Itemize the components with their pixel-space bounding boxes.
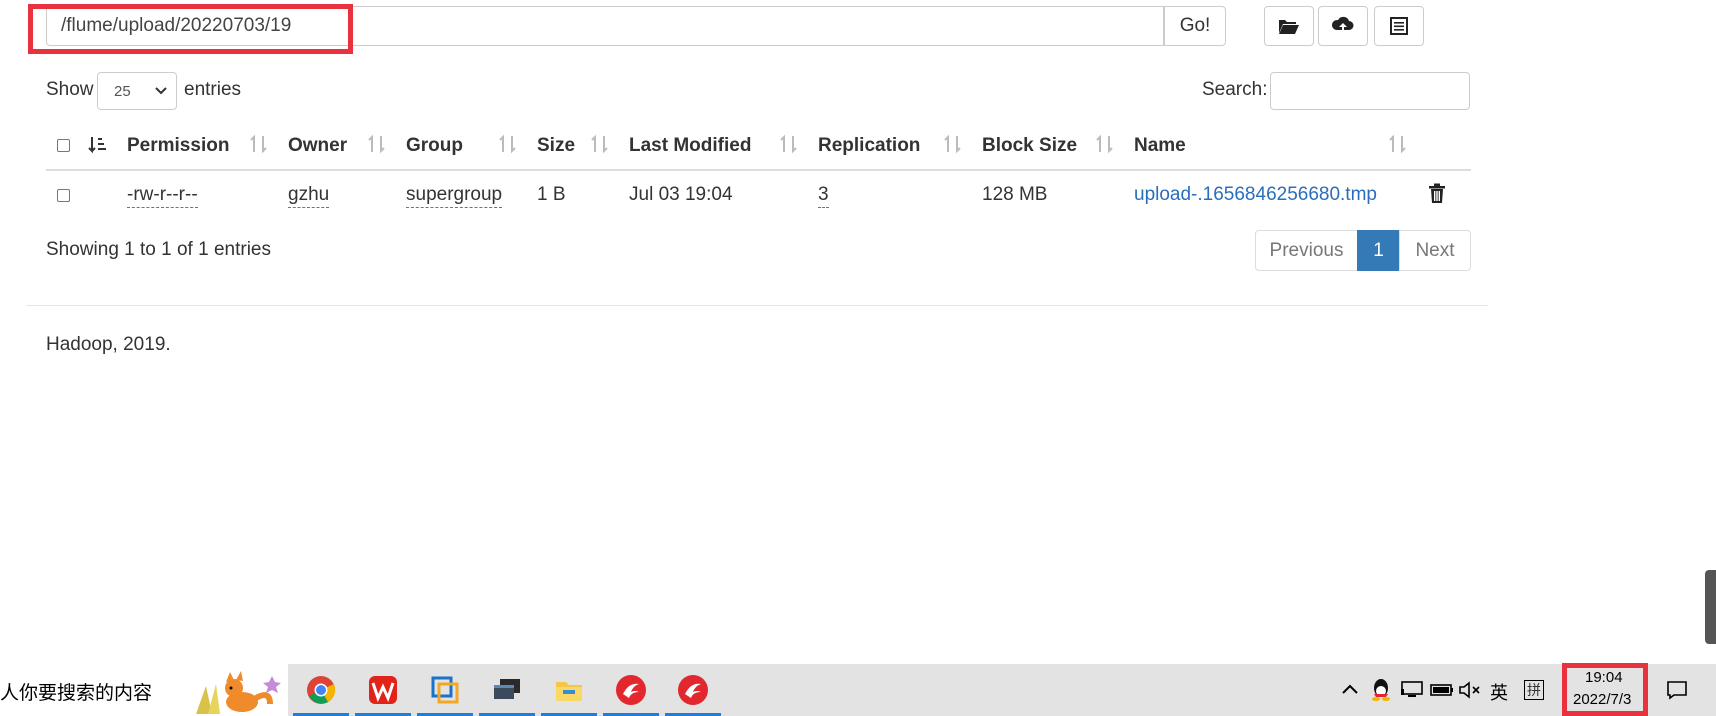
column-header-group[interactable]: Group xyxy=(406,135,463,157)
file-explorer-icon xyxy=(556,682,582,701)
vmware-icon xyxy=(431,676,459,704)
column-header-replication[interactable]: Replication xyxy=(818,135,920,157)
sort-arrows-icon[interactable] xyxy=(250,134,268,154)
cloud-upload-icon xyxy=(1332,16,1354,34)
wps-icon xyxy=(369,676,397,704)
entries-label: entries xyxy=(184,79,242,100)
table-info: Showing 1 to 1 of 1 entries xyxy=(46,239,271,260)
ime-mode-indicator[interactable]: 拼 xyxy=(1524,680,1544,700)
sort-arrows-icon[interactable] xyxy=(780,134,798,154)
sort-arrows-icon[interactable] xyxy=(368,134,386,154)
previous-page-button[interactable]: Previous xyxy=(1255,230,1358,271)
column-header-permission[interactable]: Permission xyxy=(127,135,229,157)
column-header-size[interactable]: Size xyxy=(537,135,575,157)
entries-select-value: 25 xyxy=(114,82,131,100)
upload-button[interactable] xyxy=(1318,6,1368,46)
search-label: Search: xyxy=(1202,79,1268,100)
go-button[interactable]: Go! xyxy=(1164,6,1226,46)
cell-replication[interactable]: 3 xyxy=(818,184,829,208)
entries-select[interactable]: 25 xyxy=(97,72,177,110)
cell-permission[interactable]: -rw-r--r-- xyxy=(127,184,198,208)
column-header-last-modified[interactable]: Last Modified xyxy=(629,135,751,157)
footer-divider xyxy=(26,305,1488,306)
terminal-icon xyxy=(494,679,520,699)
taskbar-file-explorer[interactable] xyxy=(541,664,597,716)
network-icon[interactable] xyxy=(1400,680,1424,700)
column-header-name[interactable]: Name xyxy=(1134,135,1186,157)
cell-block-size: 128 MB xyxy=(982,184,1048,205)
page-1-button[interactable]: 1 xyxy=(1357,230,1400,271)
chevron-up-icon[interactable] xyxy=(1341,682,1359,696)
taskbar-chrome[interactable] xyxy=(293,664,349,716)
clock-highlight-box xyxy=(1562,663,1648,716)
app-icon xyxy=(678,675,708,705)
chevron-down-icon xyxy=(155,87,167,95)
sort-arrows-icon[interactable] xyxy=(1096,134,1114,154)
sort-arrows-icon[interactable] xyxy=(591,134,609,154)
cell-group[interactable]: supergroup xyxy=(406,184,503,208)
chrome-icon xyxy=(307,676,336,704)
cell-size: 1 B xyxy=(537,184,566,205)
sort-icon[interactable] xyxy=(88,135,108,155)
taskbar-search-box[interactable]: 人你要搜索的内容 xyxy=(0,664,288,716)
cell-last-modified: Jul 03 19:04 xyxy=(629,184,733,205)
footer-text: Hadoop, 2019. xyxy=(46,334,171,355)
trash-icon[interactable] xyxy=(1428,183,1446,204)
taskbar-terminal[interactable] xyxy=(479,664,535,716)
folder-open-icon xyxy=(1279,20,1299,34)
row-checkbox[interactable] xyxy=(57,189,70,202)
table-header-divider xyxy=(46,169,1471,171)
battery-icon[interactable] xyxy=(1430,682,1454,698)
sort-arrows-icon[interactable] xyxy=(944,134,962,154)
taskbar-app-2[interactable] xyxy=(665,664,721,716)
taskbar-wps[interactable] xyxy=(355,664,411,716)
sort-arrows-icon[interactable] xyxy=(499,134,517,154)
scrollbar-thumb[interactable] xyxy=(1705,570,1716,644)
notification-icon[interactable] xyxy=(1666,680,1688,700)
sort-arrows-icon[interactable] xyxy=(1389,134,1407,154)
app-icon xyxy=(616,675,646,705)
show-label: Show xyxy=(46,79,94,100)
taskbar-app-1[interactable] xyxy=(603,664,659,716)
search-input[interactable] xyxy=(1270,72,1470,110)
file-name-link[interactable]: upload-.1656846256680.tmp xyxy=(1134,184,1377,206)
cell-owner[interactable]: gzhu xyxy=(288,184,330,208)
cut-paste-button[interactable] xyxy=(1374,6,1424,46)
qq-icon[interactable] xyxy=(1370,678,1392,702)
next-page-button[interactable]: Next xyxy=(1399,230,1471,271)
input-language-indicator[interactable]: 英 xyxy=(1490,679,1508,705)
column-header-block-size[interactable]: Block Size xyxy=(982,135,1077,157)
taskbar-search-placeholder: 人你要搜索的内容 xyxy=(0,683,153,704)
fox-illustration-icon xyxy=(196,671,281,714)
column-header-owner[interactable]: Owner xyxy=(288,135,347,157)
path-highlight-box xyxy=(28,4,353,54)
select-all-checkbox[interactable] xyxy=(57,139,70,152)
list-icon xyxy=(1390,17,1408,35)
speaker-muted-icon[interactable] xyxy=(1458,680,1482,700)
create-directory-button[interactable] xyxy=(1264,6,1314,46)
taskbar-vmware[interactable] xyxy=(417,664,473,716)
